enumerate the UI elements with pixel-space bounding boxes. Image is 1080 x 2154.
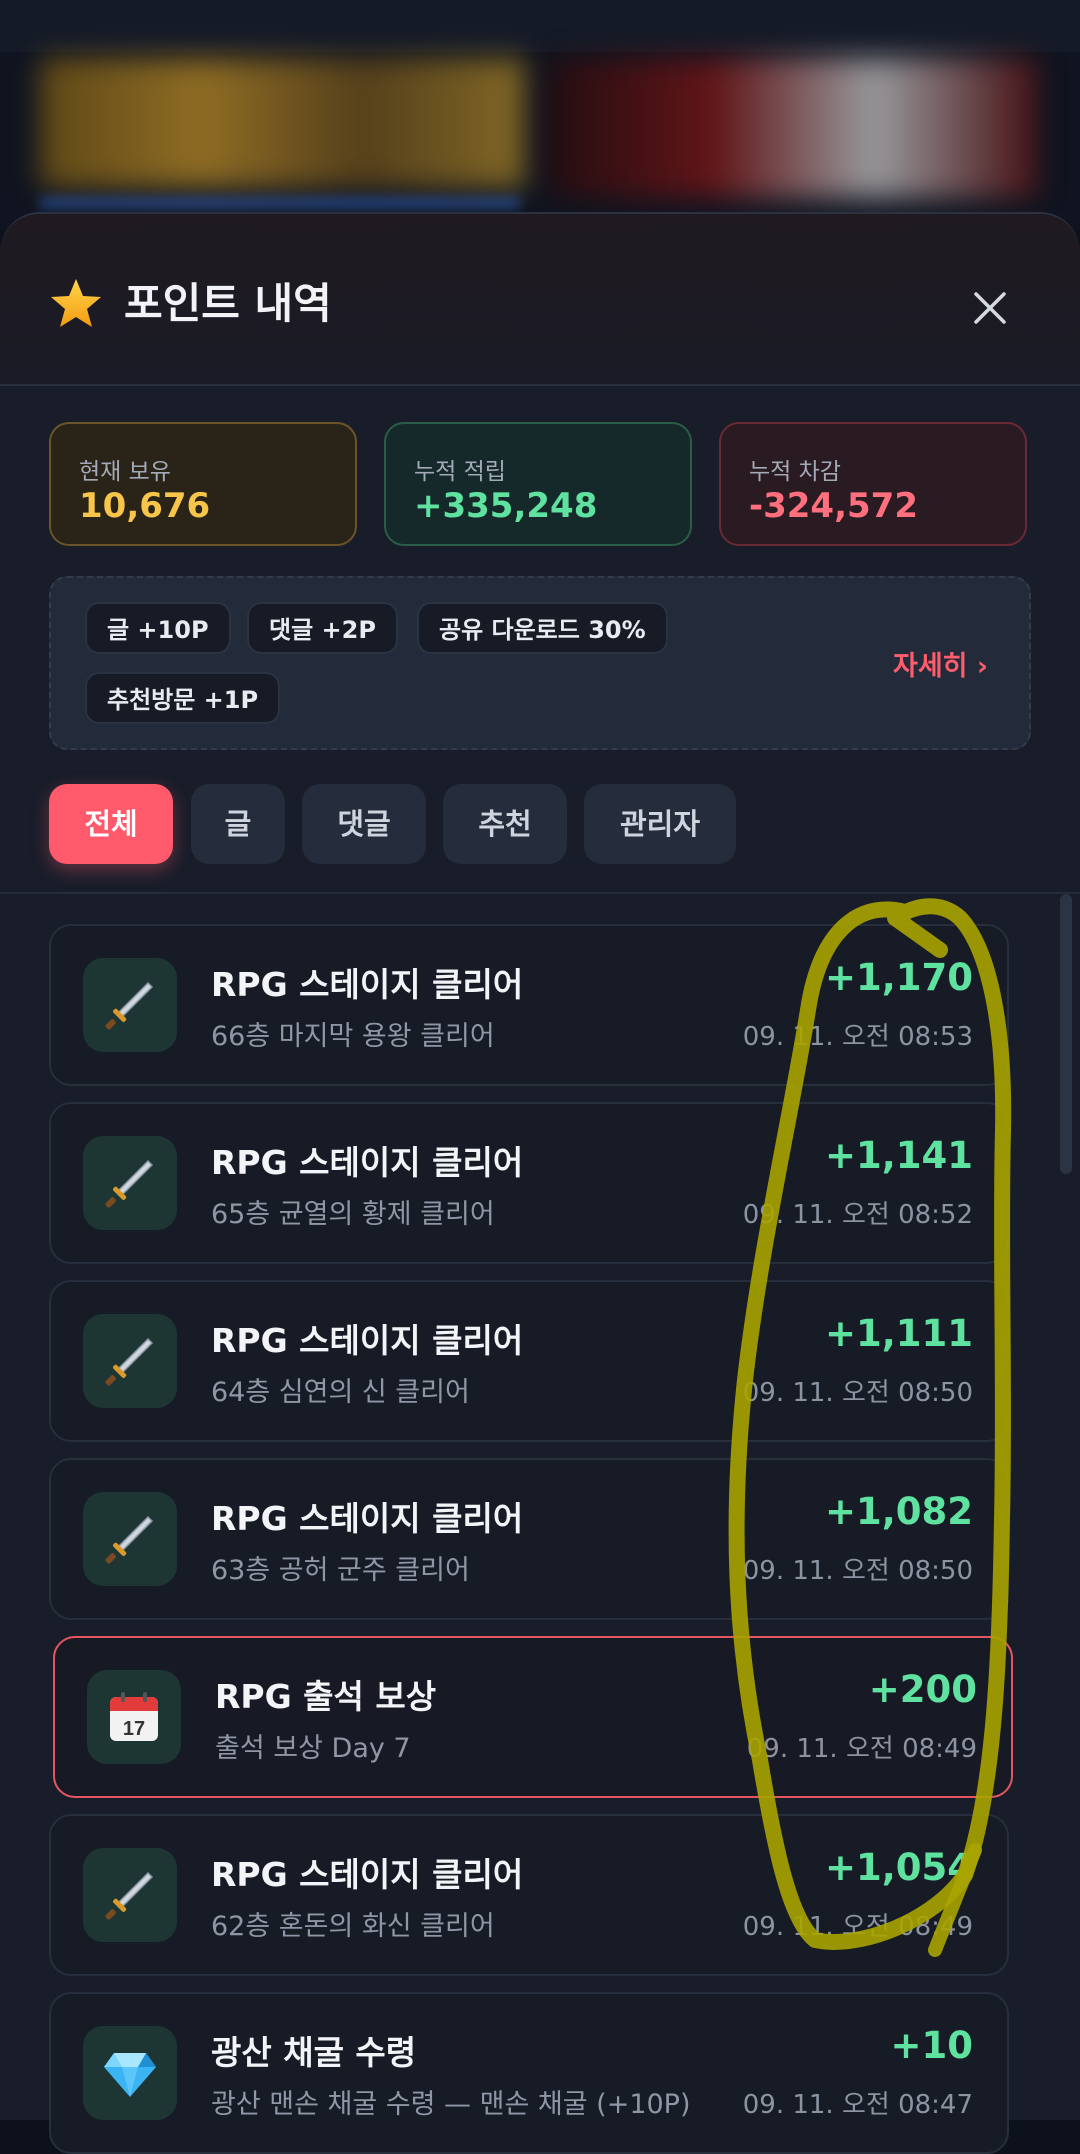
calendar-icon: 17 bbox=[110, 1692, 158, 1741]
item-title: RPG 출석 보상 bbox=[215, 1677, 437, 1716]
history-item[interactable]: RPG 스테이지 클리어 64층 심연의 신 클리어 +1,111 09. 11… bbox=[49, 1280, 1009, 1442]
history-item[interactable]: RPG 스테이지 클리어 63층 공허 군주 클리어 +1,082 09. 11… bbox=[49, 1458, 1009, 1620]
history-item[interactable]: RPG 스테이지 클리어 62층 혼돈의 화신 클리어 +1,054 09. 1… bbox=[49, 1814, 1009, 1976]
item-title: RPG 스테이지 클리어 bbox=[211, 1499, 524, 1538]
item-description: 65층 균열의 황제 클리어 bbox=[211, 1199, 495, 1230]
item-title: RPG 스테이지 클리어 bbox=[211, 965, 524, 1004]
history-item[interactable]: RPG 스테이지 클리어 66층 마지막 용왕 클리어 +1,170 09. 1… bbox=[49, 924, 1009, 1086]
history-item[interactable]: RPG 스테이지 클리어 65층 균열의 황제 클리어 +1,141 09. 1… bbox=[49, 1102, 1009, 1264]
item-timestamp: 09. 11. 오전 08:49 bbox=[746, 1734, 977, 1764]
item-timestamp: 09. 11. 오전 08:47 bbox=[742, 2090, 973, 2120]
item-title: RPG 스테이지 클리어 bbox=[211, 1143, 524, 1182]
item-timestamp: 09. 11. 오전 08:50 bbox=[742, 1556, 973, 1586]
item-amount: +1,082 bbox=[824, 1490, 973, 1533]
item-description: 62층 혼돈의 화신 클리어 bbox=[211, 1911, 495, 1942]
item-timestamp: 09. 11. 오전 08:52 bbox=[742, 1200, 973, 1230]
history-item-highlighted[interactable]: 17 RPG 출석 보상 출석 보상 Day 7 +200 09. 11. 오전… bbox=[53, 1636, 1013, 1798]
item-title: RPG 스테이지 클리어 bbox=[211, 1855, 524, 1894]
item-description: 출석 보상 Day 7 bbox=[215, 1733, 411, 1764]
history-list: RPG 스테이지 클리어 66층 마지막 용왕 클리어 +1,170 09. 1… bbox=[0, 0, 1080, 2154]
item-amount: +10 bbox=[890, 2024, 974, 2067]
calendar-day: 17 bbox=[123, 1718, 145, 1740]
history-item[interactable]: 광산 채굴 수령 광산 맨손 채굴 수령 — 맨손 채굴 (+10P) +10 … bbox=[49, 1992, 1009, 2154]
item-amount: +1,141 bbox=[824, 1134, 973, 1177]
item-title: 광산 채굴 수령 bbox=[211, 2033, 417, 2072]
diamond-icon bbox=[104, 2053, 156, 2097]
sword-icon bbox=[105, 1871, 154, 1920]
item-amount: +200 bbox=[868, 1668, 977, 1711]
item-timestamp: 09. 11. 오전 08:50 bbox=[742, 1378, 973, 1408]
sword-icon bbox=[105, 981, 154, 1030]
item-description: 광산 맨손 채굴 수령 — 맨손 채굴 (+10P) bbox=[211, 2089, 691, 2120]
item-icon-box bbox=[83, 1314, 177, 1408]
item-amount: +1,170 bbox=[824, 956, 973, 999]
item-icon-box bbox=[83, 1848, 177, 1942]
item-description: 66층 마지막 용왕 클리어 bbox=[211, 1021, 495, 1052]
item-icon-box bbox=[83, 2026, 177, 2120]
item-amount: +1,111 bbox=[824, 1312, 973, 1355]
item-description: 64층 심연의 신 클리어 bbox=[211, 1377, 470, 1408]
item-icon-box: 17 bbox=[87, 1670, 181, 1764]
item-icon-box bbox=[83, 1136, 177, 1230]
sword-icon bbox=[105, 1515, 154, 1564]
item-amount: +1,054 bbox=[824, 1846, 973, 1889]
sword-icon bbox=[105, 1159, 154, 1208]
item-timestamp: 09. 11. 오전 08:49 bbox=[742, 1912, 973, 1942]
item-icon-box bbox=[83, 1492, 177, 1586]
item-icon-box bbox=[83, 958, 177, 1052]
item-description: 63층 공허 군주 클리어 bbox=[211, 1555, 470, 1586]
sword-icon bbox=[105, 1337, 154, 1386]
item-title: RPG 스테이지 클리어 bbox=[211, 1321, 524, 1360]
item-timestamp: 09. 11. 오전 08:53 bbox=[742, 1022, 973, 1052]
